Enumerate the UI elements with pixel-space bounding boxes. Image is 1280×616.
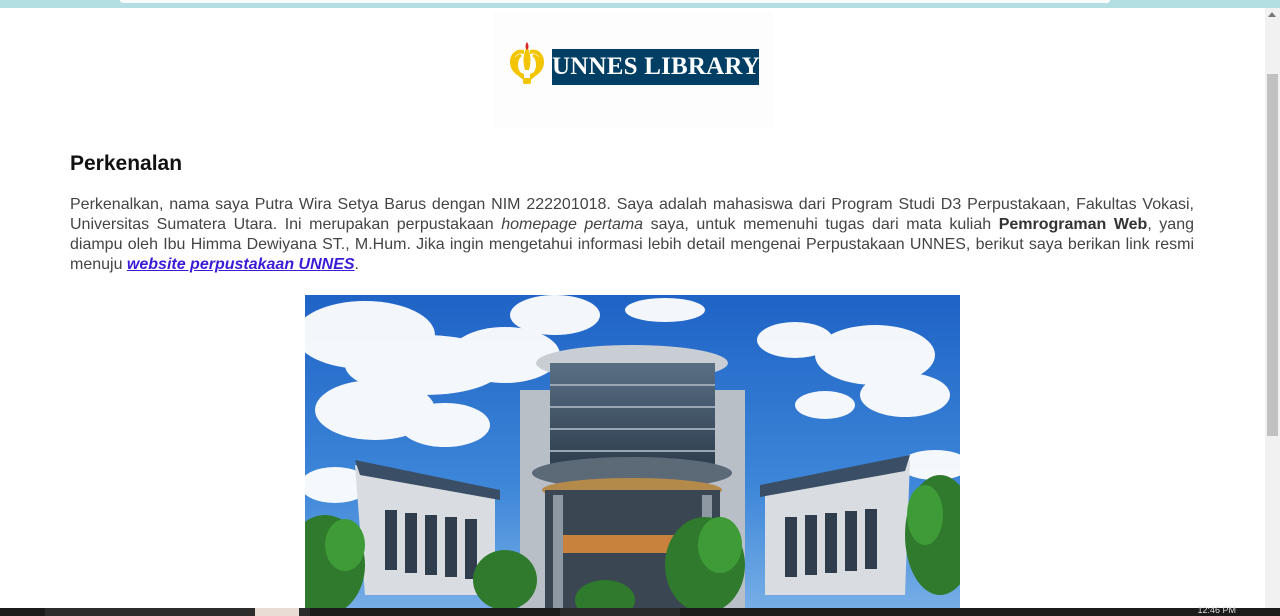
browser-toolbar-edge [0,0,1280,8]
logo-wordmark: UNNES LIBRARY [552,49,760,85]
address-bar-edge[interactable] [120,0,1110,3]
windows-taskbar: 12:46 PM [0,605,1280,616]
intro-end: . [354,256,359,273]
intro-strong: Pemrograman Web [998,216,1148,233]
page-title: Perkenalan [70,152,183,175]
library-building-illustration [305,295,960,608]
unnes-library-link[interactable]: website perpustakaan UNNES [127,256,355,273]
scrollbar-thumb[interactable] [1267,74,1278,436]
intro-text-2: saya, untuk memenuhi tugas dari mata kul… [643,216,999,233]
taskbar-clock: 12:46 PM [1197,605,1236,615]
scroll-up-arrow-icon[interactable] [1268,12,1276,17]
unnes-library-logo: UNNES LIBRARY [493,12,773,128]
taskbar-app-icon[interactable] [255,608,299,616]
page-viewport: UNNES LIBRARY Perkenalan Perkenalkan, na… [0,8,1265,608]
taskbar-active-app[interactable] [560,608,680,616]
intro-emphasis: homepage pertama [501,216,644,233]
vertical-scrollbar[interactable] [1265,8,1280,608]
library-building-photo [305,295,960,608]
unnes-emblem-icon [510,42,544,84]
intro-paragraph: Perkenalkan, nama saya Putra Wira Setya … [70,195,1194,275]
